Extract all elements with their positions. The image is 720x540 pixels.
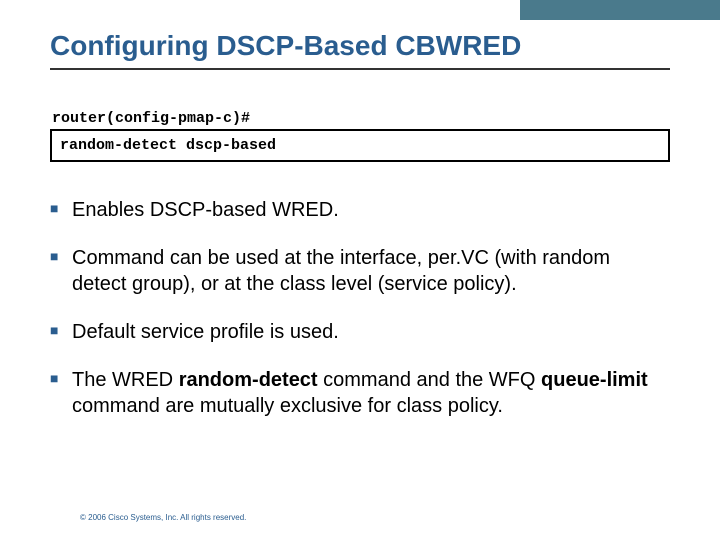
cli-prompt: router(config-pmap-c)# [50, 110, 670, 127]
cli-command-box: random-detect dscp-based [50, 129, 670, 162]
footer-copyright: © 2006 Cisco Systems, Inc. All rights re… [80, 513, 246, 522]
bullet-item: Default service profile is used. [50, 319, 670, 345]
top-bar-accent [520, 0, 720, 20]
cli-command: random-detect dscp-based [60, 137, 276, 154]
slide: Configuring DSCP-Based CBWRED router(con… [0, 0, 720, 540]
bullet-item: The WRED random-detect command and the W… [50, 367, 670, 419]
bullet-list: Enables DSCP-based WRED. Command can be … [50, 197, 670, 419]
top-bar [0, 0, 720, 20]
bullet-item: Enables DSCP-based WRED. [50, 197, 670, 223]
bullet-item: Command can be used at the interface, pe… [50, 245, 670, 297]
